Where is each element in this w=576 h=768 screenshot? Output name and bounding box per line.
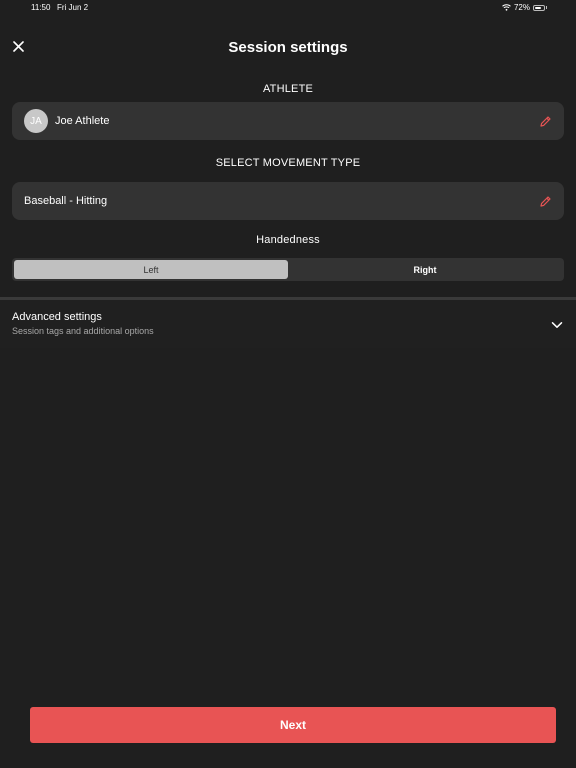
athlete-name: Joe Athlete <box>55 115 110 127</box>
header: Session settings <box>0 30 576 68</box>
next-button[interactable]: Next <box>30 707 556 743</box>
segment-right[interactable]: Right <box>288 260 562 279</box>
pencil-icon[interactable] <box>538 194 552 208</box>
status-bar: 11:50 Fri Jun 2 72% <box>0 0 576 16</box>
wifi-icon <box>502 4 511 11</box>
handedness-section-label: Handedness <box>256 234 320 246</box>
session-settings-screen: 11:50 Fri Jun 2 72% Session settings ATH… <box>0 0 576 768</box>
page-title: Session settings <box>228 39 348 56</box>
movement-section-label: SELECT MOVEMENT TYPE <box>215 157 361 169</box>
advanced-settings-title: Advanced settings <box>12 311 102 323</box>
athlete-field[interactable]: JA Joe Athlete <box>12 102 564 140</box>
handedness-segmented-control: Left Right <box>12 258 564 281</box>
battery-icon <box>533 4 547 11</box>
chevron-down-icon[interactable] <box>551 318 563 330</box>
pencil-icon[interactable] <box>538 114 552 128</box>
status-time: 11:50 <box>31 3 51 12</box>
movement-type-field[interactable]: Baseball - Hitting <box>12 182 564 220</box>
avatar: JA <box>24 109 48 133</box>
advanced-settings-row[interactable]: Advanced settings Session tags and addit… <box>0 300 576 348</box>
segment-left[interactable]: Left <box>14 260 288 279</box>
battery-percent: 72% <box>513 3 530 12</box>
movement-type-value: Baseball - Hitting <box>24 195 108 207</box>
status-indicators: 72% <box>502 3 547 12</box>
battery-fill <box>535 6 541 9</box>
advanced-settings-subtitle: Session tags and additional options <box>12 326 154 336</box>
athlete-section-label: ATHLETE <box>262 83 314 95</box>
status-date: Fri Jun 2 <box>57 3 89 12</box>
